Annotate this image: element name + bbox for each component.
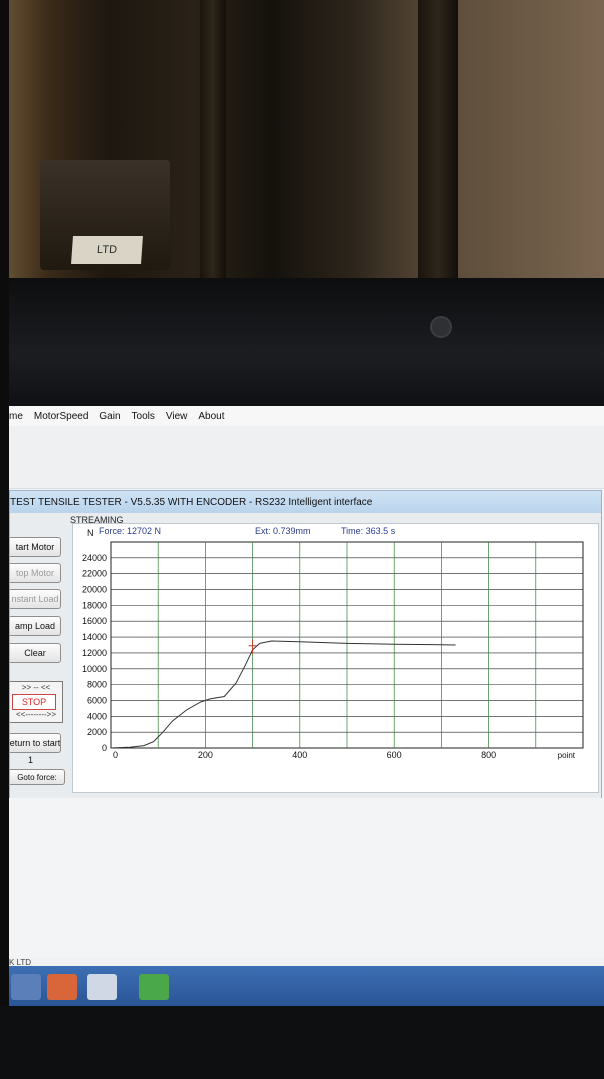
stop-motor-button[interactable]: top Motor xyxy=(10,563,61,583)
toolbar-area xyxy=(9,426,604,489)
tester-app-icon[interactable] xyxy=(139,974,169,1000)
y-tick-label: 16000 xyxy=(82,616,107,626)
monitor-bezel xyxy=(0,278,604,406)
taskbar xyxy=(9,966,604,1006)
x-tick-label: 0 xyxy=(113,750,118,760)
monitor-bottom-bezel xyxy=(0,1006,604,1079)
menu-item-motorspeed[interactable]: MotorSpeed xyxy=(34,411,88,422)
return-to-start-button[interactable]: eturn to start xyxy=(10,733,61,753)
machine-rod xyxy=(418,0,458,278)
menu-item-file[interactable]: me xyxy=(9,411,23,422)
x-tick-label: 200 xyxy=(198,750,213,760)
monitor-edge xyxy=(0,0,9,1079)
webcam-icon xyxy=(430,316,452,338)
menu-item-tools[interactable]: Tools xyxy=(132,411,155,422)
media-player-icon[interactable] xyxy=(47,974,77,1000)
menu-item-gain[interactable]: Gain xyxy=(99,411,120,422)
y-tick-label: 10000 xyxy=(82,664,107,674)
tester-window: TEST TENSILE TESTER - V5.5.35 WITH ENCOD… xyxy=(9,490,602,800)
machine-tag: LTD xyxy=(71,236,143,264)
goto-force-button[interactable]: Goto force: xyxy=(10,769,65,785)
y-axis-label: N xyxy=(87,528,94,538)
x-tick-label: 600 xyxy=(387,750,402,760)
y-tick-label: 6000 xyxy=(87,695,107,705)
machine-rod xyxy=(200,0,226,278)
taskbar-app-icon[interactable] xyxy=(11,974,41,1000)
y-tick-label: 24000 xyxy=(82,553,107,563)
x-axis-label: point xyxy=(558,751,576,760)
empty-workspace xyxy=(9,798,604,966)
window-title: TEST TENSILE TESTER - V5.5.35 WITH ENCOD… xyxy=(10,491,601,513)
jog-stop-panel: >> -- << STOP <<-------->> xyxy=(10,681,63,723)
photo-background: LTD xyxy=(0,0,604,278)
y-tick-label: 18000 xyxy=(82,600,107,610)
clear-button[interactable]: Clear xyxy=(10,643,61,663)
x-tick-label: 800 xyxy=(481,750,496,760)
force-chart: 0200040006000800010000120001400016000180… xyxy=(82,528,584,760)
screen: me MotorSpeed Gain Tools View About TEST… xyxy=(9,406,604,998)
constant-load-button[interactable]: nstant Load xyxy=(10,589,61,609)
y-tick-label: 12000 xyxy=(82,648,107,658)
y-tick-label: 2000 xyxy=(87,727,107,737)
ramp-load-button[interactable]: amp Load xyxy=(10,616,61,636)
jog-arrows-top[interactable]: >> -- << xyxy=(10,683,62,692)
jog-arrows-bottom[interactable]: <<-------->> xyxy=(10,710,62,719)
menu-bar: me MotorSpeed Gain Tools View About xyxy=(9,406,604,427)
chart-panel: Force: 12702 N Ext: 0.739mm Time: 363.5 … xyxy=(72,523,599,793)
y-tick-label: 8000 xyxy=(87,680,107,690)
menu-item-view[interactable]: View xyxy=(166,411,188,422)
x-tick-label: 400 xyxy=(292,750,307,760)
count-value: 1 xyxy=(28,755,34,765)
y-tick-label: 22000 xyxy=(82,569,107,579)
y-tick-label: 0 xyxy=(102,743,107,753)
start-motor-button[interactable]: tart Motor xyxy=(10,537,61,557)
y-tick-label: 14000 xyxy=(82,632,107,642)
y-tick-label: 4000 xyxy=(87,711,107,721)
file-explorer-icon[interactable] xyxy=(87,974,117,1000)
y-tick-label: 20000 xyxy=(82,585,107,595)
stop-button[interactable]: STOP xyxy=(12,694,56,710)
menu-item-about[interactable]: About xyxy=(198,411,224,422)
